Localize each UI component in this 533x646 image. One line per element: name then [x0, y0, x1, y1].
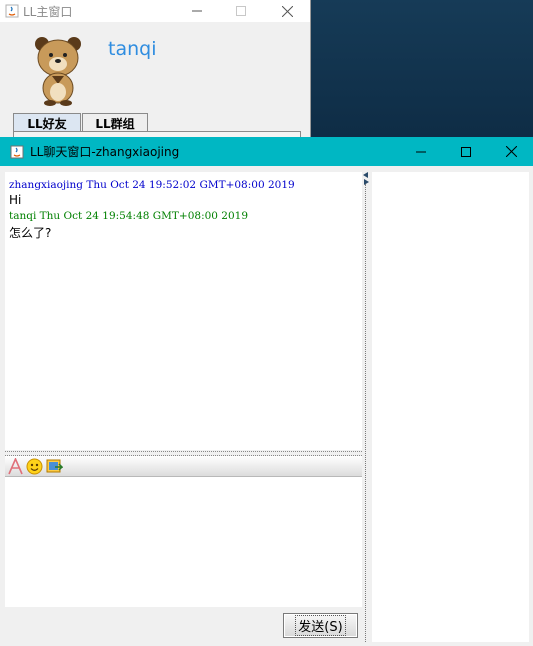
tab-groups[interactable]: LL群组 [82, 113, 148, 132]
main-window-title: LL主窗口 [23, 4, 73, 19]
chat-toolbar [5, 456, 362, 477]
close-icon [281, 5, 293, 17]
send-button-label: 发送(S) [295, 615, 346, 636]
message-header: tanqi Thu Oct 24 19:54:48 GMT+08:00 2019 [9, 210, 249, 222]
current-username: tanqi [108, 38, 157, 60]
chat-close-button[interactable] [488, 137, 533, 166]
minimize-icon [416, 151, 426, 152]
message-text: 怎么了? [9, 226, 52, 240]
chat-window: LL聊天窗口-zhangxiaojing zhangxiaojing Thu O… [0, 137, 533, 646]
message-text: Hi [9, 193, 22, 207]
minimize-icon [192, 10, 202, 12]
bear-avatar[interactable] [30, 34, 86, 106]
desktop-background [310, 0, 533, 140]
emoji-icon[interactable] [26, 458, 43, 475]
message-history[interactable]: zhangxiaojing Thu Oct 24 19:52:02 GMT+08… [5, 172, 362, 450]
minimize-button[interactable] [174, 0, 220, 22]
maximize-icon [236, 6, 246, 16]
chat-window-titlebar[interactable]: LL聊天窗口-zhangxiaojing [0, 137, 533, 166]
close-icon [505, 146, 517, 157]
java-icon [10, 145, 24, 158]
main-window: LL主窗口 tanqi LL好友 LL群组 [0, 0, 311, 140]
chat-window-title: LL聊天窗口-zhangxiaojing [30, 145, 180, 159]
font-icon[interactable] [7, 458, 24, 475]
maximize-icon [461, 146, 471, 157]
send-button[interactable]: 发送(S) [283, 613, 358, 638]
close-button[interactable] [264, 0, 310, 22]
image-icon[interactable] [46, 458, 63, 475]
vertical-splitter[interactable] [363, 172, 369, 642]
main-window-titlebar[interactable]: LL主窗口 [0, 0, 310, 22]
chat-minimize-button[interactable] [398, 137, 444, 166]
message-input[interactable] [5, 477, 362, 607]
maximize-button[interactable] [218, 0, 264, 22]
collapse-left-icon[interactable] [363, 172, 369, 178]
message-header: zhangxiaojing Thu Oct 24 19:52:02 GMT+08… [9, 179, 295, 191]
chat-maximize-button[interactable] [443, 137, 489, 166]
side-panel[interactable] [372, 172, 529, 642]
tab-friends[interactable]: LL好友 [13, 113, 81, 132]
splitter-line [365, 184, 367, 642]
java-icon [5, 4, 19, 18]
